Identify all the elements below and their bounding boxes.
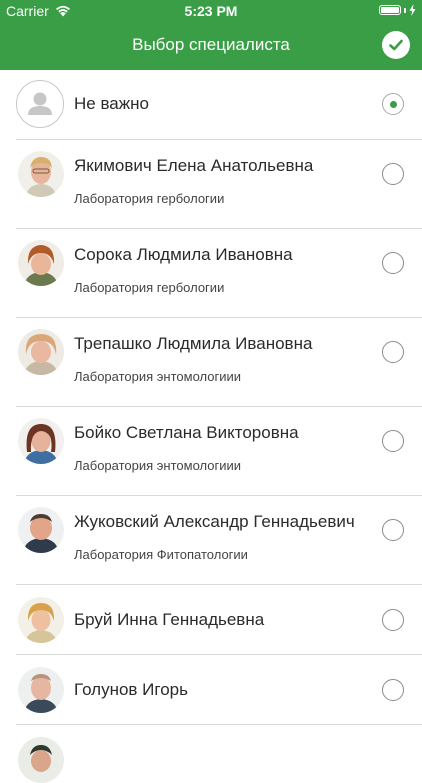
specialist-lab: Лаборатория Фитопатологии (74, 547, 248, 562)
specialist-name: Бойко Светлана Викторовна (74, 423, 299, 442)
confirm-button[interactable] (382, 31, 410, 59)
avatar (18, 418, 64, 464)
specialist-lab: Лаборатория гербологии (74, 280, 225, 295)
specialist-name: Трепашко Людмила Ивановна (74, 334, 313, 353)
radio-button-selected[interactable] (382, 93, 404, 115)
avatar (18, 329, 64, 375)
radio-dot (389, 100, 397, 108)
battery-fill (381, 7, 399, 13)
battery-icon (379, 5, 401, 15)
top-bar: Carrier 5:23 PM Выбор специалиста (0, 0, 422, 70)
list-item[interactable]: Бруй Инна Геннадьевна (0, 585, 422, 655)
battery-cap (404, 7, 406, 13)
specialist-name: Якимович Елена Анатольевна (74, 156, 314, 175)
list-item[interactable]: Якимович Елена Анатольевна Лаборатория г… (0, 140, 422, 229)
checkmark-icon (389, 39, 403, 51)
specialist-name: Не важно (74, 94, 149, 113)
avatar (18, 507, 64, 553)
list-item[interactable]: Сорока Людмила Ивановна Лаборатория герб… (0, 229, 422, 318)
list-item[interactable]: Голунов Игорь (0, 655, 422, 725)
list-item[interactable]: Трепашко Людмила Ивановна Лаборатория эн… (0, 318, 422, 407)
specialist-name: Голунов Игорь (74, 680, 188, 699)
radio-button[interactable] (382, 163, 404, 185)
specialist-list: Не важно Якимович Елена Анатольевна Лабо… (0, 70, 422, 783)
battery-indicator (379, 4, 416, 16)
list-item[interactable] (0, 725, 422, 783)
radio-button[interactable] (382, 609, 404, 631)
navigation-bar: Выбор специалиста (0, 22, 422, 70)
specialist-lab: Лаборатория энтомологиии (74, 369, 242, 384)
specialist-name: Сорока Людмила Ивановна (74, 245, 293, 264)
list-item[interactable]: Бойко Светлана Викторовна Лаборатория эн… (0, 407, 422, 496)
specialist-lab: Лаборатория энтомологиии (74, 458, 242, 473)
charging-bolt-icon (409, 4, 416, 16)
specialist-lab: Лаборатория гербологии (74, 191, 225, 206)
page-title: Выбор специалиста (132, 35, 290, 54)
radio-button[interactable] (382, 252, 404, 274)
person-placeholder-icon (16, 80, 64, 128)
radio-button[interactable] (382, 341, 404, 363)
radio-button[interactable] (382, 679, 404, 701)
avatar (18, 667, 64, 713)
status-time: 5:23 PM (184, 3, 238, 19)
list-item-any[interactable]: Не важно (0, 70, 422, 140)
avatar (18, 597, 64, 643)
specialist-name: Жуковский Александр Геннадьевич (74, 512, 355, 531)
avatar (18, 151, 64, 197)
specialist-name: Бруй Инна Геннадьевна (74, 610, 265, 629)
radio-button[interactable] (382, 430, 404, 452)
avatar (18, 737, 64, 783)
radio-button[interactable] (382, 519, 404, 541)
status-bar: Carrier 5:23 PM (0, 0, 422, 22)
avatar (18, 240, 64, 286)
list-item[interactable]: Жуковский Александр Геннадьевич Лаборато… (0, 496, 422, 585)
